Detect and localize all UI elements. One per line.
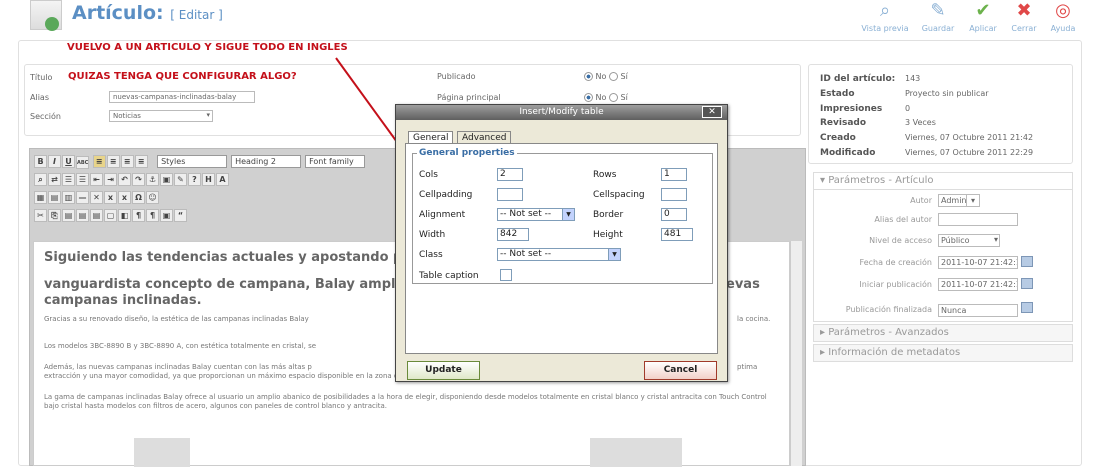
cellspacing-label: Cellspacing [593,190,645,200]
cellpadding-input[interactable] [497,188,523,201]
dialog-titlebar[interactable]: Insert/Modify table [396,105,727,120]
width-input[interactable]: 842 [497,228,529,241]
cols-input[interactable]: 2 [497,168,523,181]
class-select[interactable]: -- Not set -- ▼ [497,248,621,261]
alignment-label: Alignment [419,210,466,220]
dialog-close-button[interactable]: ✕ [702,106,722,118]
chevron-down-icon: ▼ [562,209,574,220]
class-value: -- Not set -- [500,249,552,259]
table-caption-checkbox[interactable] [500,269,512,281]
cancel-button[interactable]: Cancel [644,361,717,380]
dialog-title: Insert/Modify table [519,107,604,117]
table-caption-label: Table caption [419,271,479,281]
update-button[interactable]: Update [407,361,480,380]
insert-table-dialog: Insert/Modify table ✕ General Advanced G… [395,104,728,382]
general-properties-fieldset: General properties Cols 2 Rows 1 Cellpad… [412,148,713,284]
general-properties-legend: General properties [417,148,517,158]
border-input[interactable]: 0 [661,208,687,221]
chevron-down-icon: ▼ [608,249,620,260]
class-label: Class [419,250,443,260]
rows-input[interactable]: 1 [661,168,687,181]
cellpadding-label: Cellpadding [419,190,473,200]
rows-label: Rows [593,170,617,180]
width-label: Width [419,230,446,240]
general-tab-panel: General properties Cols 2 Rows 1 Cellpad… [405,143,718,354]
height-input[interactable]: 481 [661,228,693,241]
alignment-select[interactable]: -- Not set -- ▼ [497,208,575,221]
border-label: Border [593,210,624,220]
cols-label: Cols [419,170,438,180]
alignment-value: -- Not set -- [500,209,552,219]
height-label: Height [593,230,623,240]
cellspacing-input[interactable] [661,188,687,201]
